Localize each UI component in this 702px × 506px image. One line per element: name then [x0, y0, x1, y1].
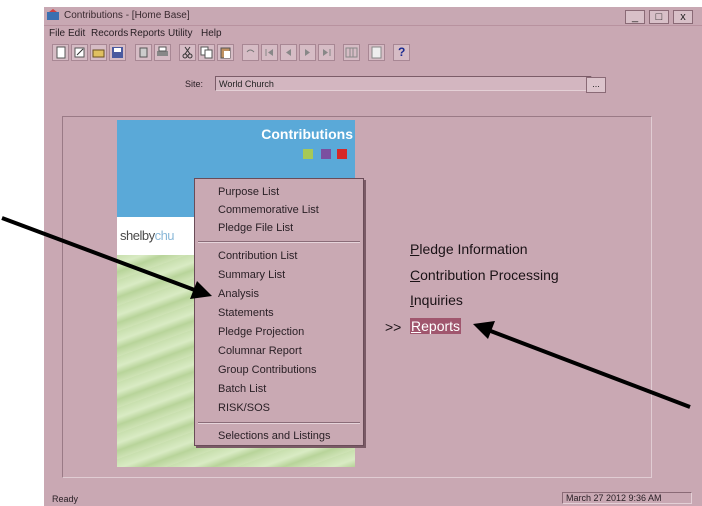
paste-icon[interactable]	[217, 44, 234, 61]
menu-item-columnar-report[interactable]: Columnar Report	[218, 345, 302, 357]
next-record-icon[interactable]	[299, 44, 316, 61]
nav-inquiries[interactable]: Inquiries	[410, 292, 463, 308]
menu-reports[interactable]: Reports	[130, 28, 165, 39]
nav-reports[interactable]: Reports	[410, 318, 462, 334]
new-icon[interactable]	[52, 44, 69, 61]
title-bar[interactable]: Contributions - [Home Base] _ □ x	[44, 7, 702, 26]
save-icon[interactable]	[109, 44, 126, 61]
menu-separator	[198, 241, 360, 243]
last-record-icon[interactable]	[318, 44, 335, 61]
menu-item-risk-sos[interactable]: RISK/SOS	[218, 402, 270, 414]
status-bar: Ready March 27 2012 9:36 AM	[44, 492, 702, 506]
window-title: Contributions - [Home Base]	[64, 10, 190, 21]
menu-item-selections-and-listings[interactable]: Selections and Listings	[218, 430, 331, 442]
menu-item-pledge-file-list[interactable]: Pledge File List	[218, 222, 293, 234]
first-record-icon[interactable]	[261, 44, 278, 61]
menu-item-contribution-list[interactable]: Contribution List	[218, 250, 298, 262]
menu-item-group-contributions[interactable]: Group Contributions	[218, 364, 316, 376]
menu-item-purpose-list[interactable]: Purpose List	[218, 186, 279, 198]
status-text: Ready	[52, 494, 79, 504]
nav-pledge-information-hotkey: P	[410, 241, 420, 257]
menu-item-commemorative-list[interactable]: Commemorative List	[218, 204, 319, 216]
grid-icon[interactable]	[343, 44, 360, 61]
status-datetime: March 27 2012 9:36 AM	[562, 492, 692, 504]
help-icon[interactable]: ?	[393, 44, 410, 61]
previous-record-icon[interactable]	[280, 44, 297, 61]
copy-icon[interactable]	[198, 44, 215, 61]
site-input[interactable]	[215, 76, 592, 91]
cut-icon[interactable]	[179, 44, 196, 61]
menu-file[interactable]: File	[49, 28, 65, 39]
toolbar: ?	[52, 44, 472, 64]
menu-records[interactable]: Records	[91, 28, 128, 39]
menu-separator	[198, 422, 360, 424]
nav-reports-hotkey: R	[411, 318, 422, 334]
nav-reports-label: eports	[421, 318, 461, 334]
site-label: Site:	[185, 79, 204, 89]
nav-contribution-processing-hotkey: C	[410, 267, 421, 283]
document-icon[interactable]	[368, 44, 385, 61]
menu-utility[interactable]: Utility	[168, 28, 192, 39]
brand-logo: shelbychu	[120, 228, 175, 243]
maximize-button[interactable]: □	[649, 10, 669, 24]
menu-edit[interactable]: Edit	[68, 28, 85, 39]
menu-help[interactable]: Help	[201, 28, 222, 39]
menu-item-summary-list[interactable]: Summary List	[218, 269, 285, 281]
menu-item-analysis[interactable]: Analysis	[218, 288, 259, 300]
app-icon	[47, 9, 59, 20]
menu-bar: File Edit Records Reports Utility Help	[44, 26, 702, 43]
splash-title: Contributions	[261, 126, 353, 142]
purple-square	[321, 149, 331, 159]
selection-marker: >>	[385, 319, 402, 335]
red-square	[337, 149, 347, 159]
site-browse-button[interactable]: ...	[586, 77, 606, 93]
brand-dark: shelby	[120, 228, 155, 243]
edit-icon[interactable]	[71, 44, 88, 61]
menu-item-batch-list[interactable]: Batch List	[218, 383, 266, 395]
nav-contribution-processing-label: ontribution Processing	[420, 267, 559, 283]
help-icon-glyph: ?	[398, 45, 406, 59]
undo-icon[interactable]	[242, 44, 259, 61]
green-square	[303, 149, 313, 159]
print-icon[interactable]	[154, 44, 171, 61]
nav-pledge-information-label: ledge Information	[419, 241, 528, 257]
nav-pledge-information[interactable]: Pledge Information	[410, 241, 528, 257]
close-button[interactable]: x	[673, 10, 693, 24]
open-folder-icon[interactable]	[90, 44, 107, 61]
nav-inquiries-label: nquiries	[413, 292, 463, 308]
minimize-button[interactable]: _	[625, 10, 645, 24]
delete-icon[interactable]	[135, 44, 152, 61]
menu-item-pledge-projection[interactable]: Pledge Projection	[218, 326, 304, 338]
brand-light: chu	[154, 228, 175, 243]
menu-item-statements[interactable]: Statements	[218, 307, 274, 319]
nav-contribution-processing[interactable]: Contribution Processing	[410, 267, 559, 283]
reports-popup-menu: Purpose List Commemorative List Pledge F…	[194, 178, 364, 446]
